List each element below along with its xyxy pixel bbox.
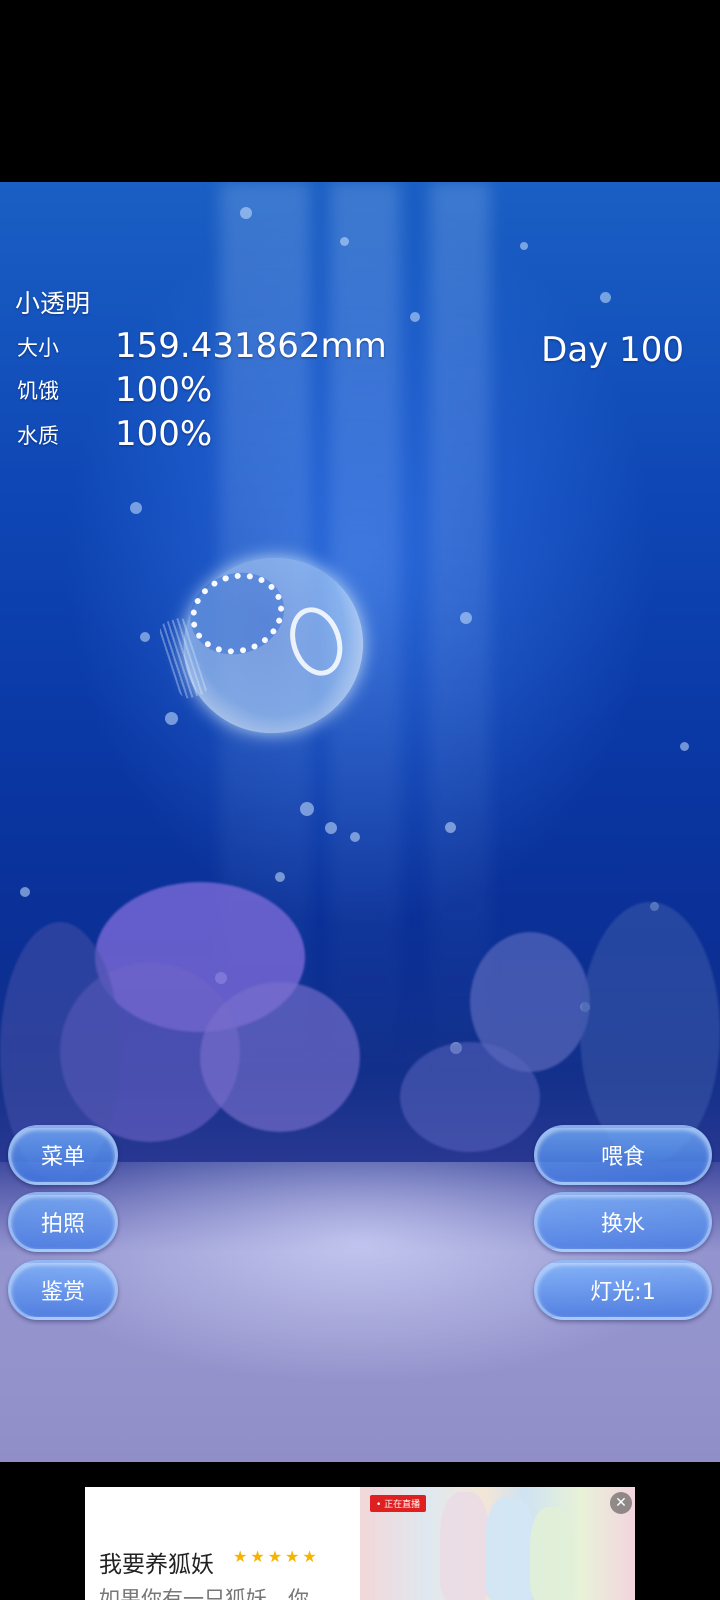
bubble — [680, 742, 689, 751]
coral — [400, 1042, 540, 1152]
size-value: 159.431862mm — [115, 326, 387, 366]
ad-rating-stars: ★★★★★ — [233, 1547, 320, 1566]
bubble — [300, 802, 314, 816]
coral — [200, 982, 360, 1132]
bubble — [460, 612, 472, 624]
hunger-value: 100% — [115, 370, 213, 410]
coral — [580, 902, 720, 1162]
bubble — [165, 712, 178, 725]
bubble — [445, 822, 456, 833]
ad-banner[interactable]: 我要养狐妖 ★★★★★ 如果你有一只狐妖，你 • 正在直播 ✕ — [85, 1487, 635, 1600]
hunger-label: 饥饿 — [17, 379, 59, 403]
bubble — [340, 237, 349, 246]
bubble — [240, 207, 252, 219]
appreciate-button[interactable]: 鉴赏 — [8, 1260, 118, 1320]
live-badge: • 正在直播 — [370, 1495, 427, 1512]
water-quality-value: 100% — [115, 414, 213, 454]
water-quality-label: 水质 — [17, 424, 59, 448]
ad-title: 我要养狐妖 — [99, 1552, 214, 1578]
photo-button[interactable]: 拍照 — [8, 1192, 118, 1252]
feed-button[interactable]: 喂食 — [534, 1125, 712, 1185]
bubble — [325, 822, 337, 834]
size-label: 大小 — [17, 336, 59, 360]
bubble — [410, 312, 420, 322]
change-water-button[interactable]: 换水 — [534, 1192, 712, 1252]
pet-name: 小透明 — [15, 289, 91, 318]
bubble — [275, 872, 285, 882]
light-button[interactable]: 灯光:1 — [534, 1260, 712, 1320]
top-black-bar — [0, 0, 720, 182]
menu-button[interactable]: 菜单 — [8, 1125, 118, 1185]
bubble — [20, 887, 30, 897]
bubble — [600, 292, 611, 303]
bubble — [140, 632, 150, 642]
light-ray — [430, 182, 490, 1082]
bubble — [130, 502, 142, 514]
bubble — [520, 242, 528, 250]
day-counter: Day 100 — [541, 330, 684, 370]
close-icon[interactable]: ✕ — [610, 1492, 632, 1514]
bubble — [350, 832, 360, 842]
ad-character — [485, 1497, 535, 1600]
ad-image[interactable]: • 正在直播 ✕ — [360, 1487, 635, 1600]
ad-description: 如果你有一只狐妖，你 — [99, 1587, 309, 1600]
ad-character — [530, 1507, 575, 1600]
ad-character — [440, 1492, 490, 1600]
